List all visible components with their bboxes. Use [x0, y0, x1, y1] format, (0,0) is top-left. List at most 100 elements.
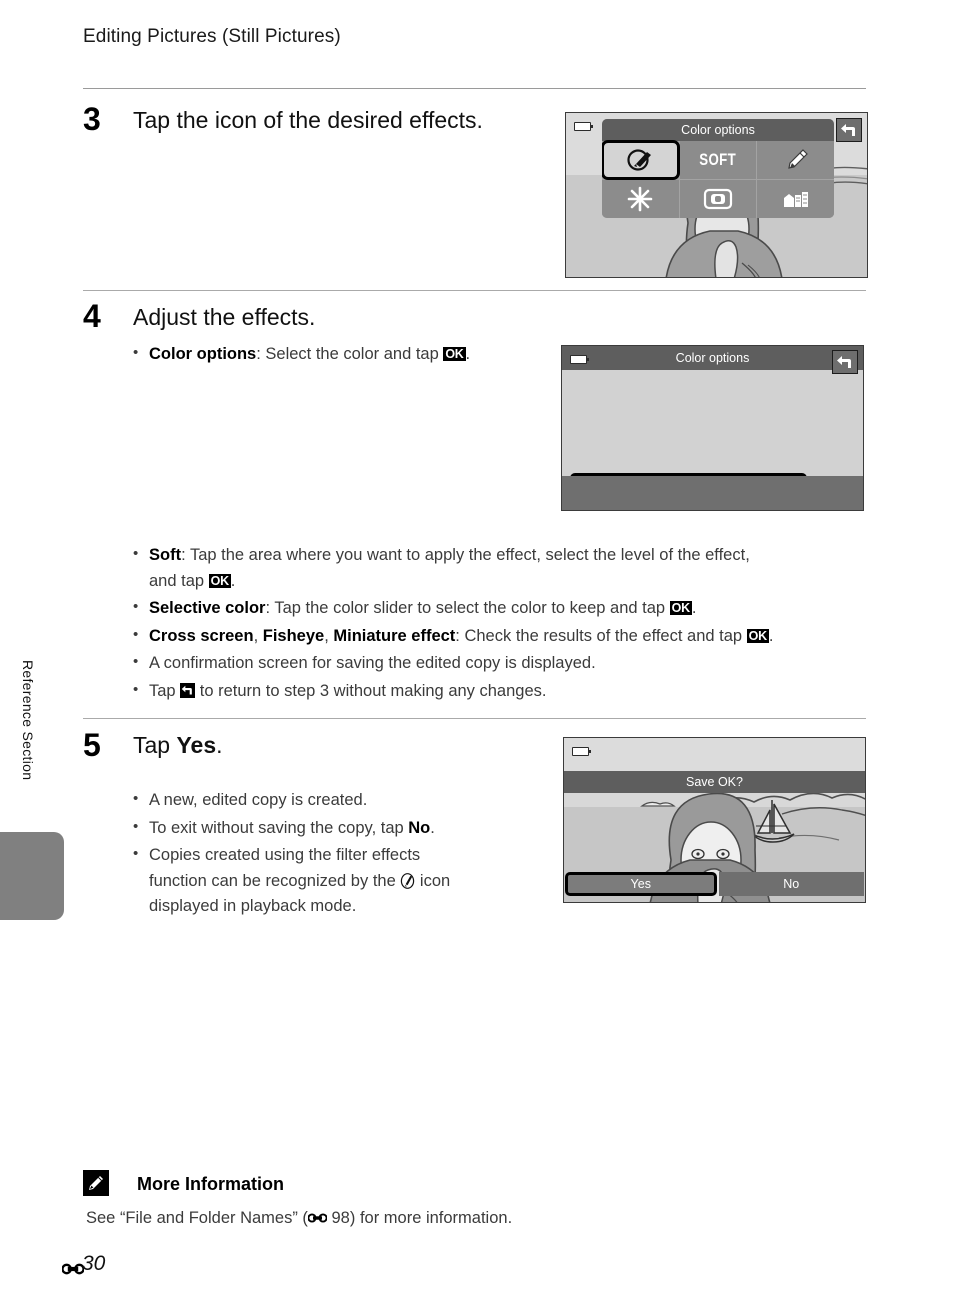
back-glyph	[180, 682, 196, 698]
divider-step3	[83, 290, 866, 291]
return-icon-inline	[181, 685, 193, 695]
reference-mark-glyph	[307, 1210, 328, 1223]
bullet-exit-post: .	[430, 818, 435, 837]
pencil-icon	[89, 1176, 103, 1190]
step-3-title: Tap the icon of the desired effects.	[133, 107, 483, 133]
miniature-effect-icon	[783, 192, 808, 207]
bullet-exit-no: No	[408, 818, 431, 837]
ok-glyph-3: OK	[669, 601, 692, 616]
step-5-number: 5	[83, 727, 101, 763]
color-options-icon	[627, 149, 652, 171]
step-5-title-suffix: .	[216, 732, 223, 758]
no-button[interactable]: No	[718, 872, 864, 896]
step-5-title-bold: Yes	[176, 732, 217, 758]
more-information-title: More Information	[137, 1174, 284, 1194]
fisheye-icon	[703, 188, 733, 210]
effects-panel-title: Color options	[602, 119, 834, 141]
bullet-cross-end: .	[768, 626, 774, 645]
folio-reference-glyph	[61, 1258, 85, 1275]
bullet-filter-icon-note: Copies created using the filter effects …	[131, 842, 531, 920]
battery-icon-3	[572, 747, 591, 756]
bullet-filter-l1: Copies created using the filter effects	[149, 846, 421, 865]
filter-effects-icon	[401, 872, 415, 889]
reference-mark-icon-folio	[61, 1263, 85, 1275]
bullet-cross-sep1: ,	[253, 626, 263, 645]
selective-color-icon-button[interactable]	[757, 141, 834, 179]
bullet-new-copy: A new, edited copy is created.	[131, 787, 531, 814]
selective-color-icon	[787, 149, 808, 169]
bullet-filter-l2-post: icon	[415, 871, 451, 890]
bullet-color-options-end: .	[465, 345, 471, 363]
return-icon-2	[837, 355, 851, 368]
shot2-option-bar	[562, 476, 863, 510]
soft-label: SOFT	[699, 150, 737, 169]
fisheye-icon-button[interactable]	[679, 180, 757, 218]
bullet-filter-l2-pre: function can be recognized by the	[149, 871, 401, 890]
ok-glyph-4: OK	[746, 628, 769, 643]
folio-page-number: 30	[82, 1252, 106, 1275]
step-5-title-prefix: Tap	[133, 732, 177, 758]
bullet-cross-lead1: Cross screen	[149, 626, 254, 645]
bullet-cross-screen: Cross screen, Fisheye, Miniature effect:…	[131, 623, 871, 650]
bullet-cross-text: : Check the results of the effect and ta…	[455, 626, 747, 645]
step-5-title: Tap Yes.	[133, 732, 223, 758]
bullet-cross-lead2: Fisheye	[262, 626, 325, 645]
return-icon	[841, 123, 855, 136]
return-icon-button-2[interactable]	[832, 350, 858, 374]
step-4-title: Adjust the effects.	[133, 304, 316, 330]
divider-step4	[83, 718, 866, 719]
bullet-soft-text2: and tap	[149, 571, 209, 590]
yes-button[interactable]: Yes	[565, 872, 717, 896]
bullet-soft-lead: Soft	[149, 546, 182, 564]
save-prompt: Save OK?	[564, 771, 865, 793]
screenshot-effect-grid: Color options SOFT	[565, 112, 868, 278]
header-rule	[83, 88, 866, 89]
bullet-cross-lead3: Miniature effect	[333, 626, 456, 645]
bullet-tap-back: Tap to return to step 3 without making a…	[131, 678, 871, 705]
bullet-confirmation: A confirmation screen for saving the edi…	[131, 650, 871, 677]
reference-mark-icon	[307, 1213, 328, 1223]
bullet-soft-text: : Tap the area where you want to apply t…	[181, 546, 750, 564]
shot2-title-bar: Color options	[562, 346, 863, 370]
miniature-effect-icon-button[interactable]	[757, 180, 834, 218]
soft-icon-button[interactable]: SOFT	[679, 141, 757, 179]
bullet-soft: Soft: Tap the area where you want to app…	[131, 542, 871, 594]
screenshot-save-confirmation: Save OK? Yes No	[563, 737, 866, 903]
effects-grid: SOFT	[602, 140, 834, 218]
page-folio: 30	[61, 1252, 106, 1276]
bullet-selective-lead: Selective color	[149, 599, 266, 618]
bullet-selective-text: : Tap the color slider to select the col…	[265, 599, 670, 618]
filter-effects-glyph	[400, 872, 415, 889]
bullet-cross-sep2: ,	[324, 626, 334, 645]
more-information-body: See “File and Folder Names” ( 98) for mo…	[86, 1209, 512, 1228]
section-side-tab	[0, 832, 64, 920]
more-info-body-pre: See “File and Folder Names” (	[86, 1209, 308, 1227]
effects-panel: Color options SOFT	[602, 119, 834, 218]
page-running-head: Editing Pictures (Still Pictures)	[83, 26, 341, 47]
bullet-tap-back-pre: Tap	[149, 681, 181, 700]
bullet-exit-without-saving: To exit without saving the copy, tap No.	[131, 815, 531, 842]
ok-glyph: OK	[443, 347, 466, 361]
bullet-filter-l3: displayed in playback mode.	[149, 897, 357, 916]
section-side-label: Reference Section	[20, 660, 36, 781]
color-options-icon-button[interactable]	[602, 140, 680, 180]
more-info-body-page: 98) for more information.	[326, 1209, 513, 1227]
step-3-number: 3	[83, 101, 101, 137]
return-icon-button-1[interactable]	[836, 118, 862, 142]
bullet-soft-end: .	[230, 571, 236, 590]
bullet-color-options: Color options: Select the color and tap …	[131, 341, 541, 368]
shot2-preview-area	[562, 370, 863, 476]
cross-screen-icon-button[interactable]	[602, 180, 679, 218]
ok-glyph-2: OK	[208, 573, 231, 588]
battery-icon-2	[570, 355, 589, 364]
bullet-exit-pre: To exit without saving the copy, tap	[149, 818, 409, 837]
cross-screen-icon	[628, 186, 653, 212]
battery-icon	[574, 122, 593, 131]
bullet-tap-back-post: to return to step 3 without making any c…	[195, 681, 547, 700]
bullet-color-options-lead: Color options	[149, 345, 257, 363]
bullet-selective-color: Selective color: Tap the color slider to…	[131, 595, 871, 622]
save-confirm-buttons: Yes No	[564, 872, 865, 896]
bullet-color-options-text: : Select the color and tap	[256, 345, 444, 363]
step-4-number: 4	[83, 298, 101, 334]
screenshot-color-options: Color options VI BW	[561, 345, 864, 511]
